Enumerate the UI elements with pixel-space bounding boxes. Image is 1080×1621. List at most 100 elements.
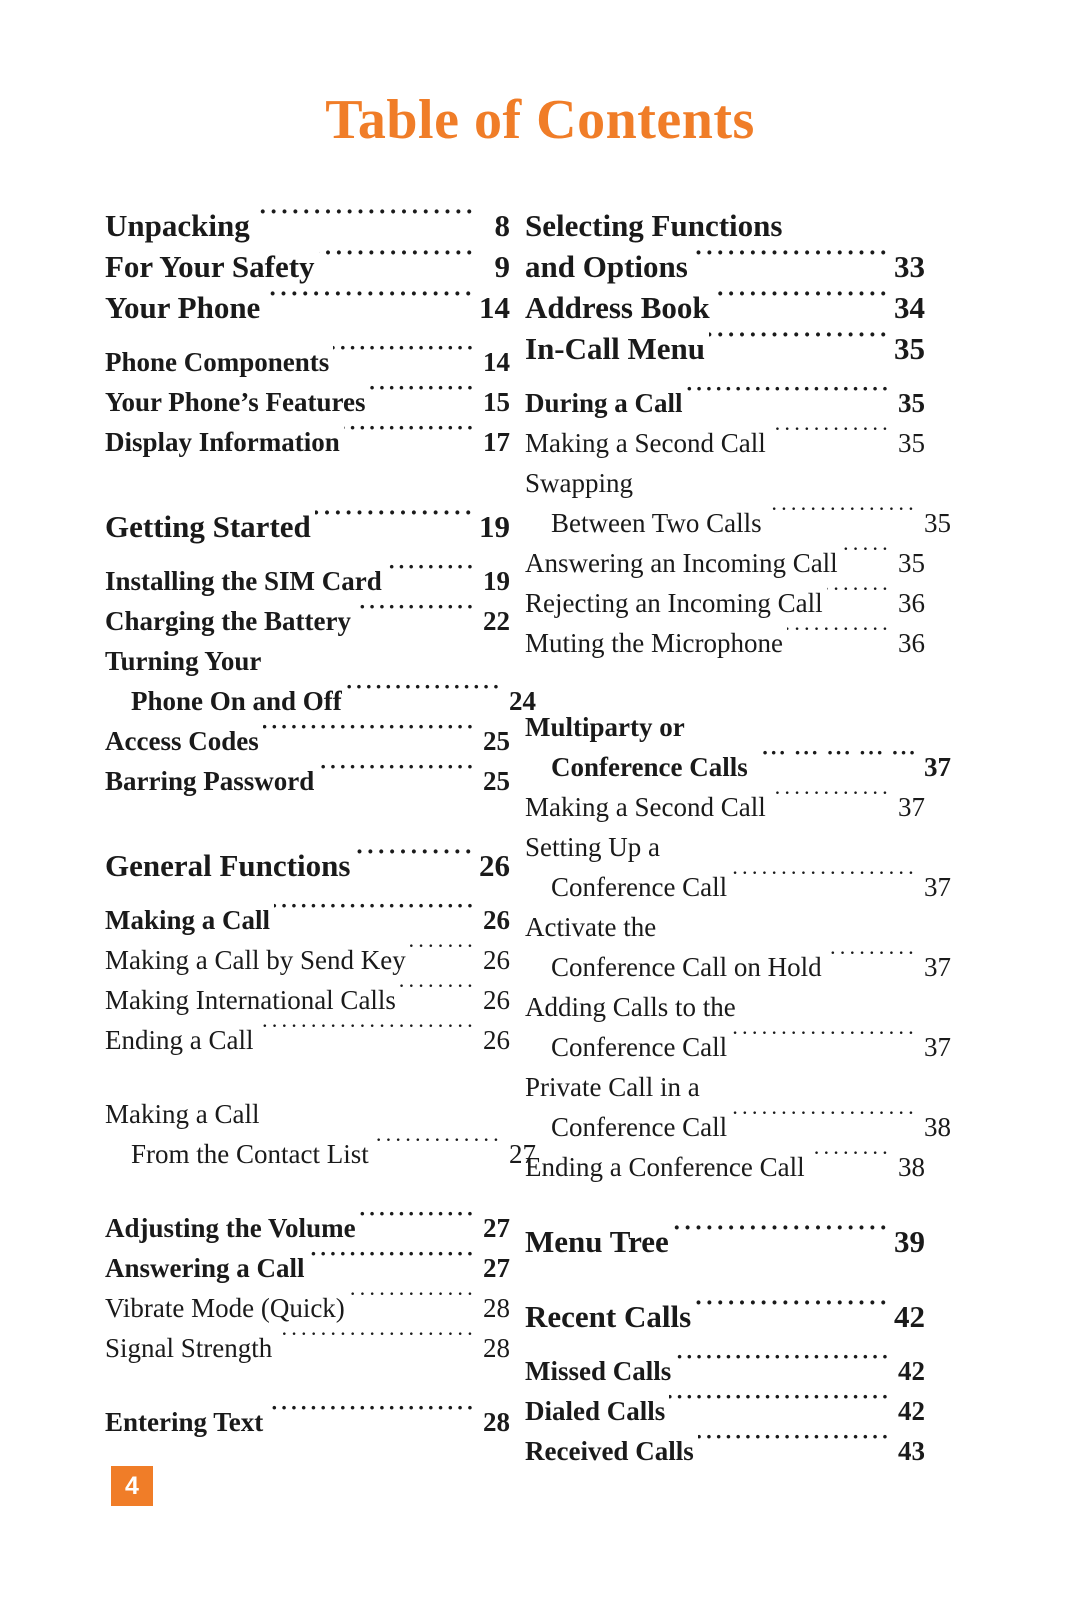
toc-entry[interactable]: Entering Text 28 [105,1402,510,1442]
toc-entry[interactable]: Muting the Microphone 36 [525,623,925,663]
toc-entry-page-number: 25 [483,766,510,796]
toc-entry[interactable]: Selecting Functions [525,205,925,246]
toc-leader-dots [842,545,891,572]
toc-entry[interactable]: Ending a Call 26 [105,1020,510,1060]
toc-entry[interactable]: Phone Components 14 [105,342,510,382]
toc-entry-page-number: 37 [924,1032,951,1062]
toc-entry-title: Making a Call by Send Key [105,945,406,975]
toc-entry[interactable]: Answering a Call 27 [105,1248,510,1288]
toc-entry[interactable]: Installing the SIM Card 19 [105,561,510,601]
toc-entry-title: Vibrate Mode (Quick) [105,1293,345,1323]
toc-entry-title: Ending a Conference Call [525,1152,805,1182]
toc-entry[interactable]: Setting Up a [525,827,925,867]
toc-entry-title: Conference Call on Hold [551,952,822,982]
toc-entry[interactable]: Making a Call by Send Key 26 [105,940,510,980]
toc-entry-page-number: 26 [479,848,510,883]
toc-entry[interactable]: Making a Second Call 35 [525,423,925,463]
toc-entry[interactable]: Getting Started 19 [105,506,510,547]
toc-entry[interactable]: During a Call 35 [525,383,925,423]
page-title: Table of Contents [325,89,755,151]
toc-entry[interactable]: In-Call Menu 35 [525,328,925,369]
toc-leader-dots [265,643,476,670]
toc-spacer [525,1337,925,1351]
toc-entry[interactable]: Vibrate Mode (Quick) 28 [105,1288,510,1328]
toc-entry-title: Barring Password [105,766,315,796]
toc-entry-page-number: 22 [483,606,510,636]
toc-spacer [105,886,510,900]
toc-leader-dots [664,829,891,856]
toc-entry[interactable]: Conference Calls 37 [525,747,951,787]
toc-entry[interactable]: Making a Call [105,1094,510,1134]
toc-leader-dots [373,1136,502,1163]
toc-entry[interactable]: Your Phone’s Features 15 [105,382,510,422]
toc-entry[interactable]: Access Codes 25 [105,721,510,761]
toc-spacer [105,547,510,561]
toc-entry-title: Conference Call [551,872,728,902]
toc-entry[interactable]: Received Calls 43 [525,1431,925,1471]
toc-entry[interactable]: Conference Call on Hold 37 [525,947,951,987]
toc-entry-page-number: 27 [483,1213,510,1243]
toc-entry[interactable]: Adjusting the Volume 27 [105,1208,510,1248]
toc-entry-page-number: 33 [894,249,925,284]
toc-entry-title: Installing the SIM Card [105,566,382,596]
toc-entry[interactable]: Missed Calls 42 [525,1351,925,1391]
toc-entry-title: Activate the [525,912,657,942]
toc-entry-title: Answering a Call [105,1253,305,1283]
toc-entry[interactable]: Ending a Conference Call 38 [525,1147,925,1187]
toc-entry[interactable]: Address Book 34 [525,287,925,328]
toc-entry[interactable]: and Options 33 [525,246,925,287]
toc-entry[interactable]: Making International Calls 26 [105,980,510,1020]
toc-entry[interactable]: Your Phone 14 [105,287,510,328]
toc-entry-page-number: 35 [894,331,925,366]
toc-entry[interactable]: Making a Call 26 [105,900,510,940]
toc-entry[interactable]: Recent Calls 42 [525,1296,925,1337]
toc-entry-title: Between Two Calls [551,508,762,538]
toc-entry[interactable]: General Functions 26 [105,845,510,886]
toc-entry[interactable]: Rejecting an Incoming Call 36 [525,583,925,623]
toc-entry[interactable]: Phone On and Off24 [105,681,536,721]
toc-entry-page-number: 26 [483,985,510,1015]
toc-leader-dots [731,1109,917,1136]
toc-entry[interactable]: Conference Call 38 [525,1107,951,1147]
toc-leader-dots [709,328,890,359]
toc-entry[interactable]: Conference Call 37 [525,867,951,907]
toc-entry[interactable]: From the Contact List27 [105,1134,536,1174]
toc-entry[interactable]: Making a Second Call 37 [525,787,925,827]
toc-entry-page-number: 9 [494,249,511,284]
toc-entry-page-number: 36 [898,628,925,658]
toc-entry-title: Access Codes [105,726,259,756]
toc-entry[interactable]: Conference Call 37 [525,1027,951,1067]
toc-entry[interactable]: Adding Calls to the [525,987,925,1027]
toc-entry[interactable]: Barring Password 25 [105,761,510,801]
toc-leader-dots [740,989,891,1016]
toc-entry[interactable]: For Your Safety 9 [105,246,510,287]
toc-entry-title: Address Book [525,290,710,325]
toc-entry-page-number: 42 [894,1299,925,1334]
toc-leader-dots [333,344,476,371]
toc-entry[interactable]: Dialed Calls 42 [525,1391,925,1431]
toc-leader-dots [809,1149,891,1176]
toc-entry[interactable]: Unpacking 8 [105,205,510,246]
toc-leader-dots [264,287,475,318]
toc-entry[interactable]: Swapping [525,463,925,503]
toc-entry[interactable]: Answering an Incoming Call 35 [525,543,925,583]
toc-spacer [525,369,925,383]
toc-entry-title: For Your Safety [105,249,315,284]
toc-entry[interactable]: Activate the [525,907,925,947]
toc-spacer [525,663,925,707]
toc-leader-dots [410,942,476,969]
toc-entry[interactable]: Charging the Battery 22 [105,601,510,641]
toc-entry[interactable]: Menu Tree 39 [525,1221,925,1262]
toc-entry-page-number: 42 [898,1396,925,1426]
toc-entry[interactable]: Display Information 17 [105,422,510,462]
toc-leader-dots [354,845,475,876]
toc-entry-title: Received Calls [525,1436,694,1466]
toc-column-right: Selecting Functionsand Options33Address … [525,205,951,1471]
toc-entry[interactable]: Multiparty or [525,707,925,747]
toc-entry[interactable]: Turning Your [105,641,510,681]
toc-entry-page-number: 36 [898,588,925,618]
toc-leader-dots [692,246,890,277]
toc-entry[interactable]: Signal Strength 28 [105,1328,510,1368]
toc-entry[interactable]: Between Two Calls 35 [525,503,951,543]
toc-entry[interactable]: Private Call in a [525,1067,925,1107]
